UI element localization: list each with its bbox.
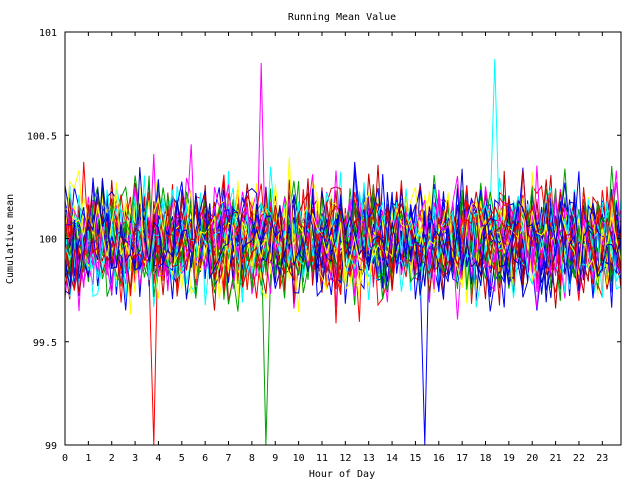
x-tick-label: 3 — [132, 453, 138, 464]
x-tick-label: 1 — [85, 453, 91, 464]
x-tick-label: 15 — [409, 453, 421, 464]
x-tick-label: 6 — [202, 453, 208, 464]
y-tick-label: 99 — [45, 441, 57, 452]
chart: Running Mean Value 0 1 2 3 4 5 6 7 8 9 10 11 12 13 14 1… — [5, 12, 622, 480]
x-tick-label: 18 — [479, 453, 491, 464]
x-tick-label: 10 — [293, 453, 305, 464]
x-tick-label: 8 — [249, 453, 255, 464]
x-tick-label: 22 — [573, 453, 585, 464]
x-tick-label: 13 — [363, 453, 375, 464]
x-tick-label: 16 — [433, 453, 445, 464]
x-tick-label: 17 — [456, 453, 468, 464]
chart-title: Running Mean Value — [288, 12, 396, 23]
x-tick-label: 4 — [155, 453, 161, 464]
y-tick-label: 100 — [39, 235, 57, 246]
x-tick-label: 11 — [316, 453, 328, 464]
x-tick-label: 19 — [503, 453, 515, 464]
y-axis-label: Cumulative mean — [5, 194, 16, 284]
plot-area — [64, 31, 622, 446]
x-tick-label: 2 — [109, 453, 115, 464]
x-tick-label: 21 — [550, 453, 562, 464]
y-tick-label: 100.5 — [27, 131, 57, 142]
x-tick-label: 12 — [339, 453, 351, 464]
y-tick-label: 99.5 — [33, 338, 57, 349]
x-tick-label: 23 — [596, 453, 608, 464]
series-layer — [65, 58, 621, 445]
y-tick-label: 101 — [39, 28, 57, 39]
x-tick-label: 0 — [62, 453, 68, 464]
x-tick-label: 20 — [526, 453, 538, 464]
x-tick-label: 14 — [386, 453, 398, 464]
x-axis-label: Hour of Day — [309, 469, 375, 480]
x-tick-label: 7 — [226, 453, 232, 464]
x-tick-label: 5 — [179, 453, 185, 464]
x-tick-label: 9 — [272, 453, 278, 464]
